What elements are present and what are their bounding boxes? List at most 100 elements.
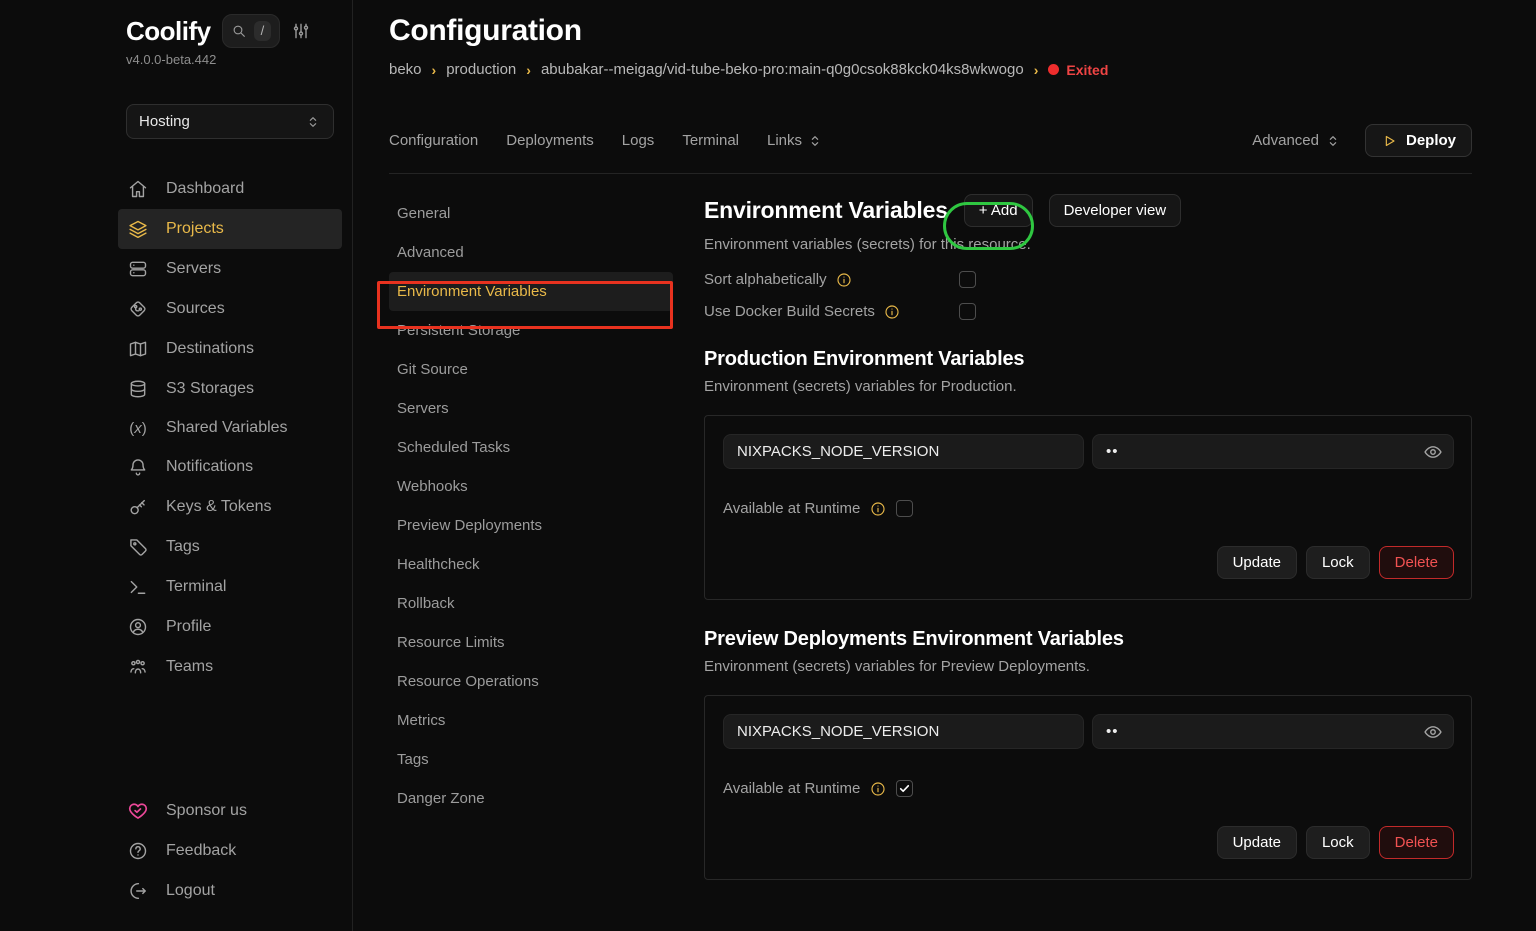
docker-build-secrets-checkbox[interactable] [959,303,976,320]
breadcrumb-separator: › [1034,62,1039,78]
update-button[interactable]: Update [1217,826,1297,859]
env-var-name-input[interactable] [723,714,1084,749]
sliders-icon [291,21,311,41]
sidebar: Coolify / v4.0.0-beta.442 Hosting Dashbo… [0,0,353,931]
search-shortcut-key: / [254,21,272,41]
subnav-item-scheduled-tasks[interactable]: Scheduled Tasks [389,428,673,467]
production-section-description: Environment (secrets) variables for Prod… [704,378,1472,395]
reveal-value-button[interactable] [1423,722,1443,742]
env-var-value-input[interactable] [1092,714,1454,749]
subnav-item-healthcheck[interactable]: Healthcheck [389,545,673,584]
main-area: Configuration beko › production › abubak… [353,0,1536,931]
breadcrumb-environment[interactable]: production [446,61,516,78]
sidebar-item-label: Profile [166,618,211,636]
info-icon[interactable] [870,781,886,797]
sidebar-item-teams[interactable]: Teams [118,647,342,687]
subnav-item-metrics[interactable]: Metrics [389,701,673,740]
sort-alphabetically-checkbox[interactable] [959,271,976,288]
subnav-item-advanced[interactable]: Advanced [389,233,673,272]
sidebar-item-servers[interactable]: Servers [118,249,342,289]
sidebar-item-label: Sponsor us [166,802,247,820]
tab-configuration[interactable]: Configuration [389,132,478,149]
sidebar-item-notifications[interactable]: Notifications [118,447,342,487]
sidebar-item-sponsor-us[interactable]: Sponsor us [118,791,342,831]
production-section-title: Production Environment Variables [704,348,1472,371]
tab-deployments[interactable]: Deployments [506,132,594,149]
advanced-dropdown[interactable]: Advanced [1252,132,1341,149]
update-button[interactable]: Update [1217,546,1297,579]
breadcrumb-project[interactable]: beko [389,61,422,78]
info-icon[interactable] [836,272,852,288]
tab-terminal[interactable]: Terminal [682,132,739,149]
app-logo: Coolify [126,16,211,47]
sidebar-item-label: Teams [166,658,213,676]
add-button[interactable]: + Add [964,194,1033,227]
sidebar-item-terminal[interactable]: Terminal [118,567,342,607]
available-at-runtime-checkbox[interactable] [896,500,913,517]
search-button[interactable]: / [222,14,281,48]
subnav-item-general[interactable]: General [389,194,673,233]
users-icon [128,657,148,677]
sidebar-item-label: Keys & Tokens [166,498,272,516]
breadcrumb-separator: › [432,62,437,78]
subnav-item-webhooks[interactable]: Webhooks [389,467,673,506]
lock-button[interactable]: Lock [1306,826,1370,859]
subnav-item-persistent-storage[interactable]: Persistent Storage [389,311,673,350]
sidebar-item-s3-storages[interactable]: S3 Storages [118,369,342,409]
logout-icon [128,881,148,901]
tab-links-label: Links [767,132,802,149]
available-at-runtime-checkbox[interactable] [896,780,913,797]
developer-view-button[interactable]: Developer view [1049,194,1182,227]
preview-section-title: Preview Deployments Environment Variable… [704,628,1472,651]
sidebar-item-projects[interactable]: Projects [118,209,342,249]
subnav-item-environment-variables[interactable]: Environment Variables [389,272,673,311]
available-at-runtime-label: Available at Runtime [723,500,860,517]
question-circle-icon [128,841,148,861]
advanced-dropdown-label: Advanced [1252,132,1319,149]
database-icon [128,379,148,399]
breadcrumb-resource[interactable]: abubakar--meigag/vid-tube-beko-pro:main-… [541,61,1024,78]
settings-button[interactable] [291,21,311,41]
delete-button[interactable]: Delete [1379,546,1454,579]
subnav-item-resource-limits[interactable]: Resource Limits [389,623,673,662]
sort-alphabetically-row: Sort alphabetically [704,271,1472,288]
env-var-value-input[interactable] [1092,434,1454,469]
sidebar-item-shared-variables[interactable]: (x) Shared Variables [118,409,342,447]
chevron-updown-icon [1325,133,1341,149]
sidebar-item-keys-tokens[interactable]: Keys & Tokens [118,487,342,527]
delete-button[interactable]: Delete [1379,826,1454,859]
user-circle-icon [128,617,148,637]
status-badge: Exited [1048,62,1108,78]
env-var-name-input[interactable] [723,434,1084,469]
sidebar-item-feedback[interactable]: Feedback [118,831,342,871]
subnav-item-rollback[interactable]: Rollback [389,584,673,623]
lock-button[interactable]: Lock [1306,546,1370,579]
sidebar-item-label: Logout [166,882,215,900]
team-select[interactable]: Hosting [126,104,334,139]
subnav-item-git-source[interactable]: Git Source [389,350,673,389]
deploy-button[interactable]: Deploy [1365,124,1472,157]
sidebar-item-label: Dashboard [166,180,244,198]
subnav-item-danger-zone[interactable]: Danger Zone [389,779,673,818]
tab-links[interactable]: Links [767,132,823,149]
sidebar-footer: Sponsor us Feedback Logout [118,791,342,911]
available-at-runtime-label: Available at Runtime [723,780,860,797]
reveal-value-button[interactable] [1423,442,1443,462]
info-icon[interactable] [884,304,900,320]
subnav-item-servers[interactable]: Servers [389,389,673,428]
key-icon [128,497,148,517]
subnav-item-preview-deployments[interactable]: Preview Deployments [389,506,673,545]
sidebar-item-destinations[interactable]: Destinations [118,329,342,369]
subnav-item-tags[interactable]: Tags [389,740,673,779]
info-icon[interactable] [870,501,886,517]
subnav-item-resource-operations[interactable]: Resource Operations [389,662,673,701]
eye-icon [1423,722,1443,742]
tab-logs[interactable]: Logs [622,132,655,149]
sidebar-nav: Dashboard Projects Servers Sources Desti… [118,169,342,687]
sidebar-item-sources[interactable]: Sources [118,289,342,329]
sidebar-item-logout[interactable]: Logout [118,871,342,911]
sidebar-item-tags[interactable]: Tags [118,527,342,567]
sidebar-item-dashboard[interactable]: Dashboard [118,169,342,209]
bell-icon [128,457,148,477]
sidebar-item-profile[interactable]: Profile [118,607,342,647]
